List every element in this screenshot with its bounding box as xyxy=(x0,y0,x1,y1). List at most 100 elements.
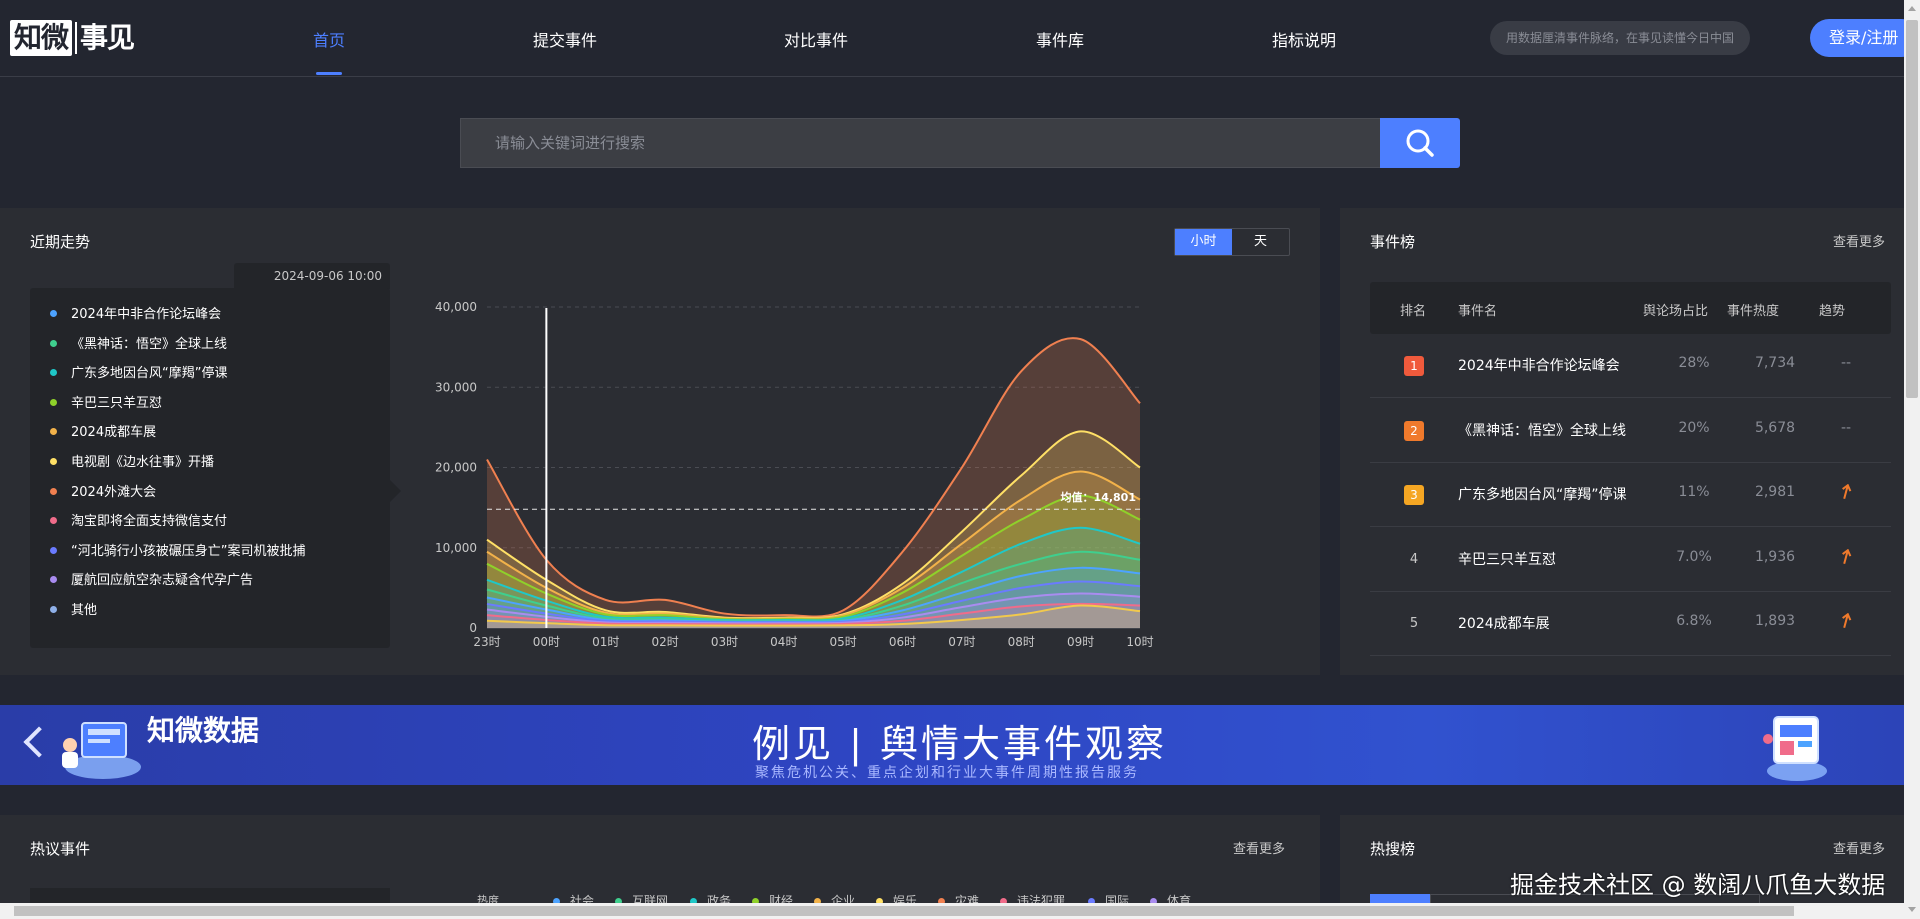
search-button[interactable] xyxy=(1380,118,1460,168)
trend-up-icon xyxy=(1826,548,1866,569)
tooltip-legend-item: “河北骑行小孩被碾压身亡”案司机被批捕 xyxy=(50,543,305,561)
rank-badge: 1 xyxy=(1404,356,1424,376)
tooltip-legend-item: 2024年中非合作论坛峰会 xyxy=(50,306,221,324)
event-share: 20% xyxy=(1678,419,1710,436)
nav-active-indicator xyxy=(316,72,342,75)
tooltip-legend-item: 《黑神话：悟空》全球上线 xyxy=(50,336,227,354)
event-name[interactable]: 《黑神话：悟空》全球上线 xyxy=(1458,420,1626,440)
trend-title: 近期走势 xyxy=(30,233,91,251)
x-tick-label: 09时 xyxy=(1067,635,1094,649)
legend-dot-icon xyxy=(50,369,57,377)
x-tick-label: 23时 xyxy=(473,635,500,649)
legend-label: 其他 xyxy=(71,603,98,618)
legend-dot-icon xyxy=(50,339,57,347)
nav-compare-events[interactable]: 对比事件 xyxy=(784,27,848,51)
trend-flat: -- xyxy=(1840,419,1852,436)
ranking-row[interactable]: 4 辛巴三只羊互怼 7.0% 1,936 xyxy=(1370,528,1891,592)
legend-label: 厦航回应航空杂志疑含代孕广告 xyxy=(71,573,254,589)
ranking-table-header: 排名 事件名 舆论场占比 事件热度 趋势 xyxy=(1370,282,1891,334)
promo-banner[interactable]: 知微数据 例见 | 舆情大事件观察 聚焦危机公关、重点企划和行业大事件周期性报告… xyxy=(0,705,1904,785)
horizontal-scroll-thumb[interactable] xyxy=(14,906,1794,916)
legend-label: “河北骑行小孩被碾压身亡”案司机被批捕 xyxy=(71,543,306,559)
granularity-toggle: 小时 天 xyxy=(1174,228,1290,256)
logo-sub: 事见 xyxy=(80,21,135,54)
col-share: 舆论场占比 xyxy=(1643,304,1709,319)
y-tick-label: 30,000 xyxy=(435,380,477,394)
horizontal-scrollbar[interactable] xyxy=(0,903,1904,919)
y-tick-label: 20,000 xyxy=(435,461,477,475)
rank-badge: 3 xyxy=(1404,485,1424,505)
toggle-day[interactable]: 天 xyxy=(1232,229,1289,255)
ranking-row[interactable]: 5 2024成都车展 6.8% 1,893 xyxy=(1370,592,1891,656)
legend-dot-icon xyxy=(50,398,57,406)
header-search-input[interactable]: 用数据厘清事件脉络，在事见读懂今日中国 xyxy=(1490,21,1750,55)
x-tick-label: 04时 xyxy=(770,635,797,649)
x-tick-label: 07时 xyxy=(948,635,975,649)
trend-chart[interactable]: 0 10,000 20,000 30,000 40,000 23时 00时 01时 02时 03时… xyxy=(420,290,1170,660)
nav-event-library[interactable]: 事件库 xyxy=(1036,27,1084,51)
scroll-up-icon[interactable] xyxy=(1908,6,1916,11)
legend-dot-icon xyxy=(50,546,57,554)
tooltip-legend-item: 淘宝即将全面支持微信支付 xyxy=(50,513,227,531)
event-share: 11% xyxy=(1678,484,1710,500)
event-share: 28% xyxy=(1678,355,1710,371)
hot-search-more-link[interactable]: 查看更多 xyxy=(1833,838,1885,857)
banner-subtitle: 聚焦危机公关、重点企划和行业大事件周期性报告服务 xyxy=(755,765,1139,781)
ranking-title: 事件榜 xyxy=(1370,233,1416,251)
legend-label: 电视剧《边水往事》开播 xyxy=(71,455,215,470)
toggle-hour[interactable]: 小时 xyxy=(1175,229,1232,255)
tooltip-legend-item: 其他 xyxy=(50,602,97,620)
event-name[interactable]: 辛巴三只羊互怼 xyxy=(1458,549,1556,569)
nav-home[interactable]: 首页 xyxy=(313,27,345,51)
nav-submit-event[interactable]: 提交事件 xyxy=(533,27,597,51)
average-label: 均值：14,801 xyxy=(1061,490,1136,504)
x-tick-label: 08时 xyxy=(1008,635,1035,649)
site-logo[interactable]: 知微 事见 xyxy=(10,20,135,56)
vertical-scrollbar[interactable] xyxy=(1904,0,1920,919)
banner-title: 例见 | 舆情大事件观察 xyxy=(752,722,1167,766)
event-name[interactable]: 广东多地因台风“摩羯”停课 xyxy=(1458,484,1627,504)
tooltip-legend-item: 厦航回应航空杂志疑含代孕广告 xyxy=(50,572,253,590)
rank-badge: 2 xyxy=(1404,420,1424,441)
event-name[interactable]: 2024年中非合作论坛峰会 xyxy=(1458,355,1620,375)
vertical-scroll-thumb[interactable] xyxy=(1906,20,1918,398)
hot-search-title: 热搜榜 xyxy=(1370,840,1416,858)
legend-dot-icon xyxy=(50,428,57,436)
hot-events-list xyxy=(30,888,390,903)
top-header: 知微 事见 首页 提交事件 对比事件 事件库 指标说明 用数据厘清事件脉络，在事… xyxy=(0,0,1920,77)
legend-dot-icon xyxy=(50,487,57,495)
col-rank: 排名 xyxy=(1400,304,1427,319)
tooltip-date: 2024-09-06 10:00 xyxy=(234,263,390,289)
ranking-more-link[interactable]: 查看更多 xyxy=(1833,231,1885,250)
y-tick-label: 10,000 xyxy=(435,541,477,555)
trend-up-icon xyxy=(1826,483,1866,504)
hot-events-more-link[interactable]: 查看更多 xyxy=(1233,838,1285,857)
scroll-down-icon[interactable] xyxy=(1908,907,1916,912)
event-heat: 1,936 xyxy=(1754,548,1796,565)
x-tick-label: 00时 xyxy=(533,635,560,649)
col-trend: 趋势 xyxy=(1819,304,1846,319)
event-heat: 2,981 xyxy=(1754,484,1796,500)
tooltip-legend-item: 电视剧《边水往事》开播 xyxy=(50,454,214,472)
ranking-row[interactable]: 1 2024年中非合作论坛峰会 28% 7,734 -- xyxy=(1370,334,1891,398)
event-heat: 1,893 xyxy=(1754,613,1796,629)
ranking-row[interactable]: 3 广东多地因台风“摩羯”停课 11% 2,981 xyxy=(1370,463,1891,527)
nav-metrics-guide[interactable]: 指标说明 xyxy=(1272,27,1336,51)
y-tick-label: 40,000 xyxy=(435,300,477,314)
hot-search-tab-active[interactable] xyxy=(1370,894,1430,903)
watermark: 掘金技术社区 @ 数阔八爪鱼大数据 xyxy=(1510,871,1886,899)
col-event-name: 事件名 xyxy=(1458,304,1498,319)
ranking-row[interactable]: 2 《黑神话：悟空》全球上线 20% 5,678 -- xyxy=(1370,399,1891,463)
tooltip-legend-item: 广东多地因台风“摩羯”停课 xyxy=(50,365,227,383)
rank-badge: 4 xyxy=(1409,551,1419,567)
x-tick-label: 10时 xyxy=(1126,635,1153,649)
main-search: 请输入关键词进行搜索 xyxy=(460,118,1460,168)
search-icon xyxy=(1406,129,1434,157)
keyword-search-input[interactable]: 请输入关键词进行搜索 xyxy=(460,118,1381,168)
legend-label: 辛巴三只羊互怼 xyxy=(71,395,163,411)
event-share: 7.0% xyxy=(1676,548,1712,565)
x-tick-label: 03时 xyxy=(711,635,738,649)
event-share: 6.8% xyxy=(1676,613,1712,629)
event-name[interactable]: 2024成都车展 xyxy=(1458,613,1550,633)
x-tick-label: 02时 xyxy=(651,635,678,649)
